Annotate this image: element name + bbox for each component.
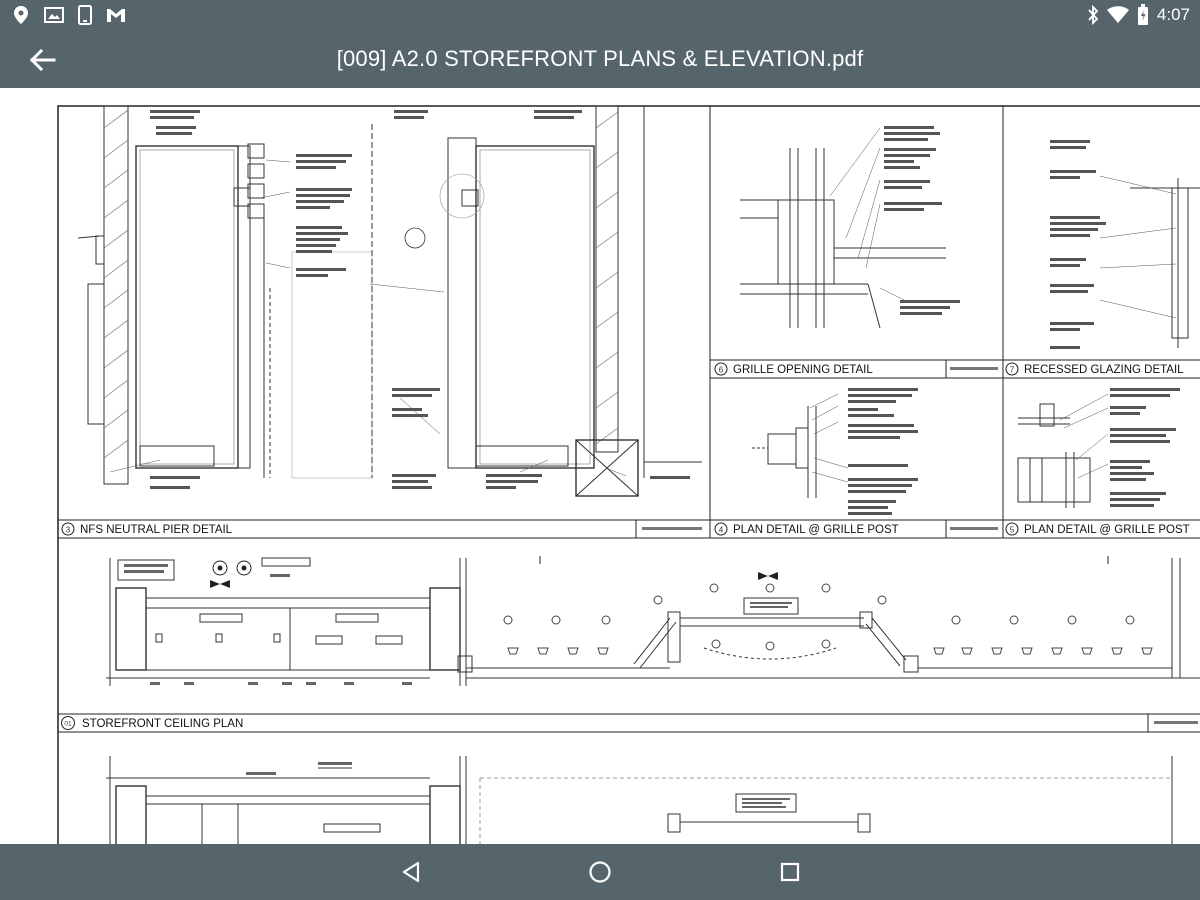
svg-text:3: 3 — [66, 526, 71, 535]
clock: 4:07 — [1156, 5, 1190, 24]
bluetooth-icon — [1088, 5, 1099, 25]
wifi-icon — [1106, 6, 1129, 23]
image-icon — [44, 7, 64, 23]
svg-text:01: 01 — [64, 721, 72, 728]
document-title: [009] A2.0 STOREFRONT PLANS & ELEVATION.… — [336, 46, 864, 71]
recents-square-icon — [780, 862, 800, 882]
recessed-glazing-title: 7 RECESSED GLAZING DETAIL — [1005, 362, 1184, 376]
svg-text:STOREFRONT CEILING PLAN: STOREFRONT CEILING PLAN — [82, 718, 243, 730]
home-circle-icon — [589, 861, 611, 883]
pdf-page[interactable]: 3 NFS NEUTRAL PIER DETAIL 6 GRILLE OPENI… — [0, 88, 1200, 844]
status-bar: 4:07 — [0, 0, 1200, 32]
svg-text:NFS NEUTRAL PIER DETAIL: NFS NEUTRAL PIER DETAIL — [80, 524, 233, 536]
svg-text:GRILLE OPENING DETAIL: GRILLE OPENING DETAIL — [733, 364, 873, 376]
svg-text:7: 7 — [1010, 366, 1015, 375]
system-icons: 4:07 — [1087, 4, 1190, 26]
svg-text:6: 6 — [719, 366, 724, 375]
svg-text:PLAN DETAIL @ GRILLE POST: PLAN DETAIL @ GRILLE POST — [733, 524, 899, 536]
svg-text:4: 4 — [719, 526, 724, 535]
pdf-viewer[interactable]: 3 NFS NEUTRAL PIER DETAIL 6 GRILLE OPENI… — [0, 88, 1200, 844]
location-icon — [14, 6, 28, 24]
gmail-icon — [107, 9, 125, 22]
app-bar: [009] A2.0 STOREFRONT PLANS & ELEVATION.… — [0, 32, 1200, 88]
nav-back-button[interactable] — [396, 857, 426, 887]
phone-icon — [78, 5, 92, 25]
nav-recents-button[interactable] — [775, 857, 805, 887]
battery-icon — [1137, 4, 1148, 25]
svg-text:RECESSED GLAZING DETAIL: RECESSED GLAZING DETAIL — [1024, 364, 1184, 376]
svg-text:5: 5 — [1010, 526, 1015, 535]
back-triangle-icon — [402, 861, 420, 883]
svg-text:PLAN DETAIL @ GRILLE POST: PLAN DETAIL @ GRILLE POST — [1024, 524, 1190, 536]
nav-home-button[interactable] — [585, 857, 615, 887]
navigation-bar — [0, 844, 1200, 900]
plan-detail-5-title: 5 PLAN DETAIL @ GRILLE POST — [1005, 522, 1190, 536]
notification-icons — [12, 5, 126, 25]
